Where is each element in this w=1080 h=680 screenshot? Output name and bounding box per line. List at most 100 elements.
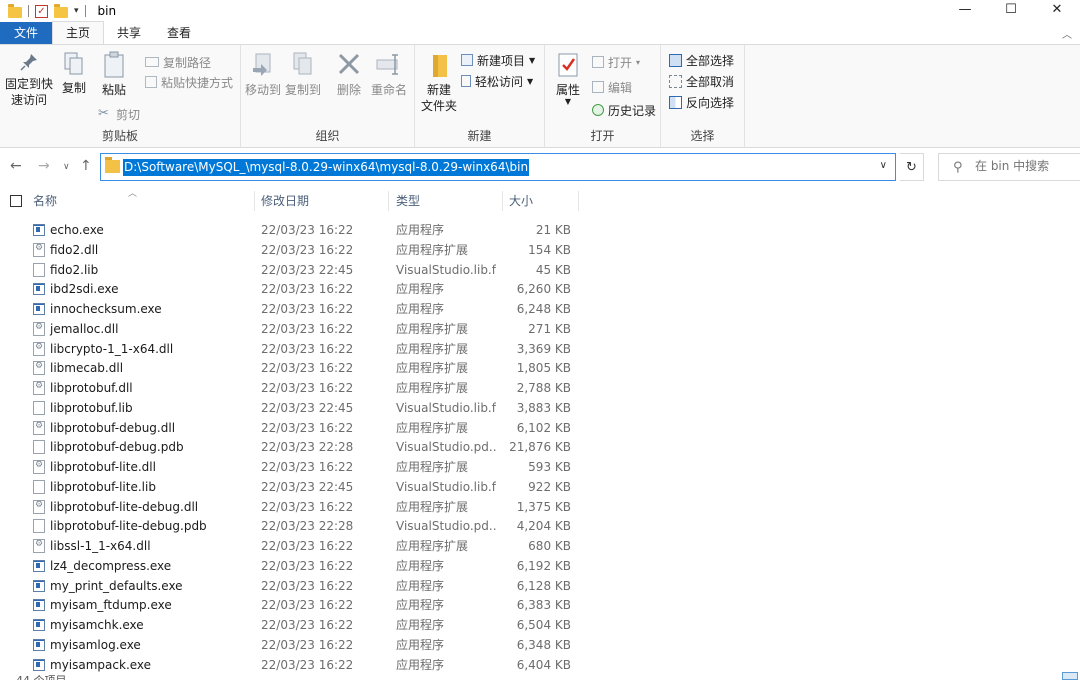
open-button[interactable]: 打开 ▾	[592, 53, 640, 71]
ribbon-collapse-icon[interactable]: ︿	[1062, 26, 1072, 41]
file-name: myisam_ftdump.exe	[50, 598, 172, 613]
select-all-checkbox[interactable]	[10, 195, 22, 207]
file-row[interactable]: libprotobuf-lite-debug.dll 22/03/23 16:22…	[0, 497, 1080, 517]
quick-access-toolbar: ✓ ▾	[0, 0, 92, 22]
file-name: libprotobuf-debug.pdb	[50, 440, 184, 455]
tab-file[interactable]: 文件	[0, 22, 52, 44]
invert-selection-icon	[669, 95, 682, 109]
file-row[interactable]: myisam_ftdump.exe 22/03/23 16:22 应用程序 6,383…	[0, 595, 1080, 615]
history-icon	[592, 104, 604, 116]
tab-share[interactable]: 共享	[104, 22, 154, 44]
properties-quick-icon[interactable]: ✓	[35, 4, 48, 18]
file-row[interactable]: libcrypto-1_1-x64.dll 22/03/23 16:22 应用程序扩…	[0, 339, 1080, 359]
file-row[interactable]: libmecab.dll 22/03/23 16:22 应用程序扩展 1,805 KB	[0, 358, 1080, 378]
copy-path-button[interactable]: 复制路径	[145, 53, 211, 71]
forward-arrow-icon[interactable]: →	[38, 158, 50, 174]
address-bar[interactable]: D:\Software\MySQL_\mysql-8.0.29-winx64\m…	[100, 153, 896, 181]
paste-shortcut-icon	[145, 76, 157, 88]
file-row[interactable]: my_print_defaults.exe 22/03/23 16:22 应用程序 6…	[0, 576, 1080, 596]
rename-button[interactable]: 重命名	[369, 51, 409, 98]
recent-locations-chevron-icon[interactable]: ∨	[63, 162, 70, 172]
file-size: 154 KB	[528, 242, 571, 257]
select-none-button[interactable]: 全部取消	[669, 72, 734, 90]
copy-path-icon	[145, 57, 159, 67]
file-row[interactable]: libprotobuf.lib 22/03/23 22:45 VisualStudi…	[0, 398, 1080, 418]
up-arrow-icon[interactable]: ↑	[80, 158, 92, 174]
file-type: VisualStudio.pd...	[396, 440, 496, 455]
select-none-icon	[669, 74, 682, 88]
minimize-button[interactable]: —	[942, 0, 988, 22]
close-button[interactable]: ✕	[1034, 0, 1080, 22]
organize-group-label: 组织	[315, 129, 340, 143]
organize-group: 移动到 复制到 删除 重命名 组织	[241, 45, 415, 148]
navigation-bar: ← → ∨ ↑ D:\Software\MySQL_\mysql-8.0.29-…	[0, 148, 1080, 188]
column-type[interactable]: 类型	[396, 188, 420, 214]
select-all-button[interactable]: 全部选择	[669, 51, 734, 69]
address-path-input[interactable]: D:\Software\MySQL_\mysql-8.0.29-winx64\m…	[123, 159, 530, 176]
file-row[interactable]: libprotobuf-lite.lib 22/03/23 22:45 Visual…	[0, 477, 1080, 497]
customize-quick-access-icon[interactable]: ▾	[74, 6, 79, 16]
file-row[interactable]: jemalloc.dll 22/03/23 16:22 应用程序扩展 271 KB	[0, 319, 1080, 339]
search-input[interactable]	[975, 159, 1075, 173]
paste-shortcut-button[interactable]: 粘贴快捷方式	[145, 73, 233, 91]
file-date: 22/03/23 16:22	[261, 539, 354, 553]
file-row[interactable]: ibd2sdi.exe 22/03/23 16:22 应用程序 6,260 KB	[0, 279, 1080, 299]
file-file-icon	[33, 479, 45, 494]
column-date[interactable]: 修改日期	[261, 188, 309, 214]
file-date: 22/03/23 16:22	[261, 341, 354, 356]
cut-button[interactable]: ✂ 剪切	[98, 105, 140, 123]
dll-file-icon	[33, 499, 45, 514]
new-folder-quick-icon[interactable]	[54, 3, 68, 18]
file-name: lz4_decompress.exe	[50, 558, 172, 573]
file-size: 3,883 KB	[516, 400, 571, 415]
history-button[interactable]: 历史记录	[592, 101, 656, 119]
delete-button[interactable]: 删除	[334, 51, 364, 98]
column-size[interactable]: 大小	[509, 188, 533, 214]
move-to-button[interactable]: 移动到	[245, 51, 281, 98]
column-name[interactable]: 名称	[33, 188, 57, 214]
open-group: 属性 ▼ 打开 ▾ 编辑 历史记录 打开	[545, 45, 661, 148]
file-row[interactable]: echo.exe 22/03/23 16:22 应用程序 21 KB	[0, 220, 1080, 240]
file-row[interactable]: libssl-1_1-x64.dll 22/03/23 16:22 应用程序扩展 68…	[0, 536, 1080, 556]
clipboard-group: 固定到快 速访问 复制 粘贴 复制路径 粘贴快捷方式 ✂ 剪切 剪贴板	[0, 45, 241, 148]
invert-selection-button[interactable]: 反向选择	[669, 93, 734, 111]
tab-view[interactable]: 查看	[154, 22, 204, 44]
file-row[interactable]: innochecksum.exe 22/03/23 16:22 应用程序 6,248 …	[0, 299, 1080, 319]
file-row[interactable]: libprotobuf-debug.pdb 22/03/23 22:28 Visua…	[0, 437, 1080, 457]
file-row[interactable]: lz4_decompress.exe 22/03/23 16:22 应用程序 6,19…	[0, 556, 1080, 576]
easy-access-button[interactable]: 轻松访问 ▼	[461, 72, 533, 90]
copy-to-button[interactable]: 复制到	[285, 51, 321, 98]
tab-home[interactable]: 主页	[52, 21, 105, 44]
copy-icon	[64, 52, 83, 75]
ribbon: 固定到快 速访问 复制 粘贴 复制路径 粘贴快捷方式 ✂ 剪切 剪贴板 移动到 复…	[0, 44, 1080, 148]
file-row[interactable]: libprotobuf-debug.dll 22/03/23 16:22 应用程序扩…	[0, 418, 1080, 438]
file-row[interactable]: libprotobuf.dll 22/03/23 16:22 应用程序扩展 2,788…	[0, 378, 1080, 398]
file-name: libmecab.dll	[50, 361, 124, 376]
paste-button[interactable]: 粘贴	[98, 51, 130, 98]
new-item-button[interactable]: 新建项目 ▼	[461, 51, 535, 69]
pin-quick-access-button[interactable]: 固定到快 速访问	[4, 51, 54, 108]
scissors-icon: ✂	[98, 106, 109, 121]
copy-button[interactable]: 复制	[58, 51, 90, 96]
address-dropdown-icon[interactable]: ∨	[880, 160, 887, 171]
open-icon	[592, 56, 604, 68]
edit-button[interactable]: 编辑	[592, 78, 632, 96]
new-folder-button[interactable]: 新建 文件夹	[419, 51, 459, 114]
search-box[interactable]: ⚲	[938, 153, 1080, 181]
exe-file-icon	[33, 658, 45, 671]
file-type: 应用程序	[396, 578, 445, 593]
file-row[interactable]: fido2.dll 22/03/23 16:22 应用程序扩展 154 KB	[0, 240, 1080, 260]
refresh-button[interactable]: ↻	[900, 153, 924, 181]
exe-file-icon	[33, 619, 45, 631]
file-row[interactable]: fido2.lib 22/03/23 22:45 VisualStudio.lib.…	[0, 260, 1080, 280]
details-view-button[interactable]	[1062, 672, 1078, 680]
file-row[interactable]: myisamlog.exe 22/03/23 16:22 应用程序 6,348 KB	[0, 635, 1080, 655]
file-row[interactable]: myisamchk.exe 22/03/23 16:22 应用程序 6,504 KB	[0, 615, 1080, 635]
file-row[interactable]: libprotobuf-lite.dll 22/03/23 16:22 应用程序扩展…	[0, 457, 1080, 477]
file-type: 应用程序	[396, 618, 445, 632]
file-date: 22/03/23 16:22	[261, 558, 354, 573]
back-arrow-icon[interactable]: ←	[10, 158, 22, 174]
file-row[interactable]: libprotobuf-lite-debug.pdb 22/03/23 22:28…	[0, 516, 1080, 536]
maximize-button[interactable]: ☐	[988, 0, 1034, 22]
properties-button[interactable]: 属性 ▼	[553, 51, 583, 106]
